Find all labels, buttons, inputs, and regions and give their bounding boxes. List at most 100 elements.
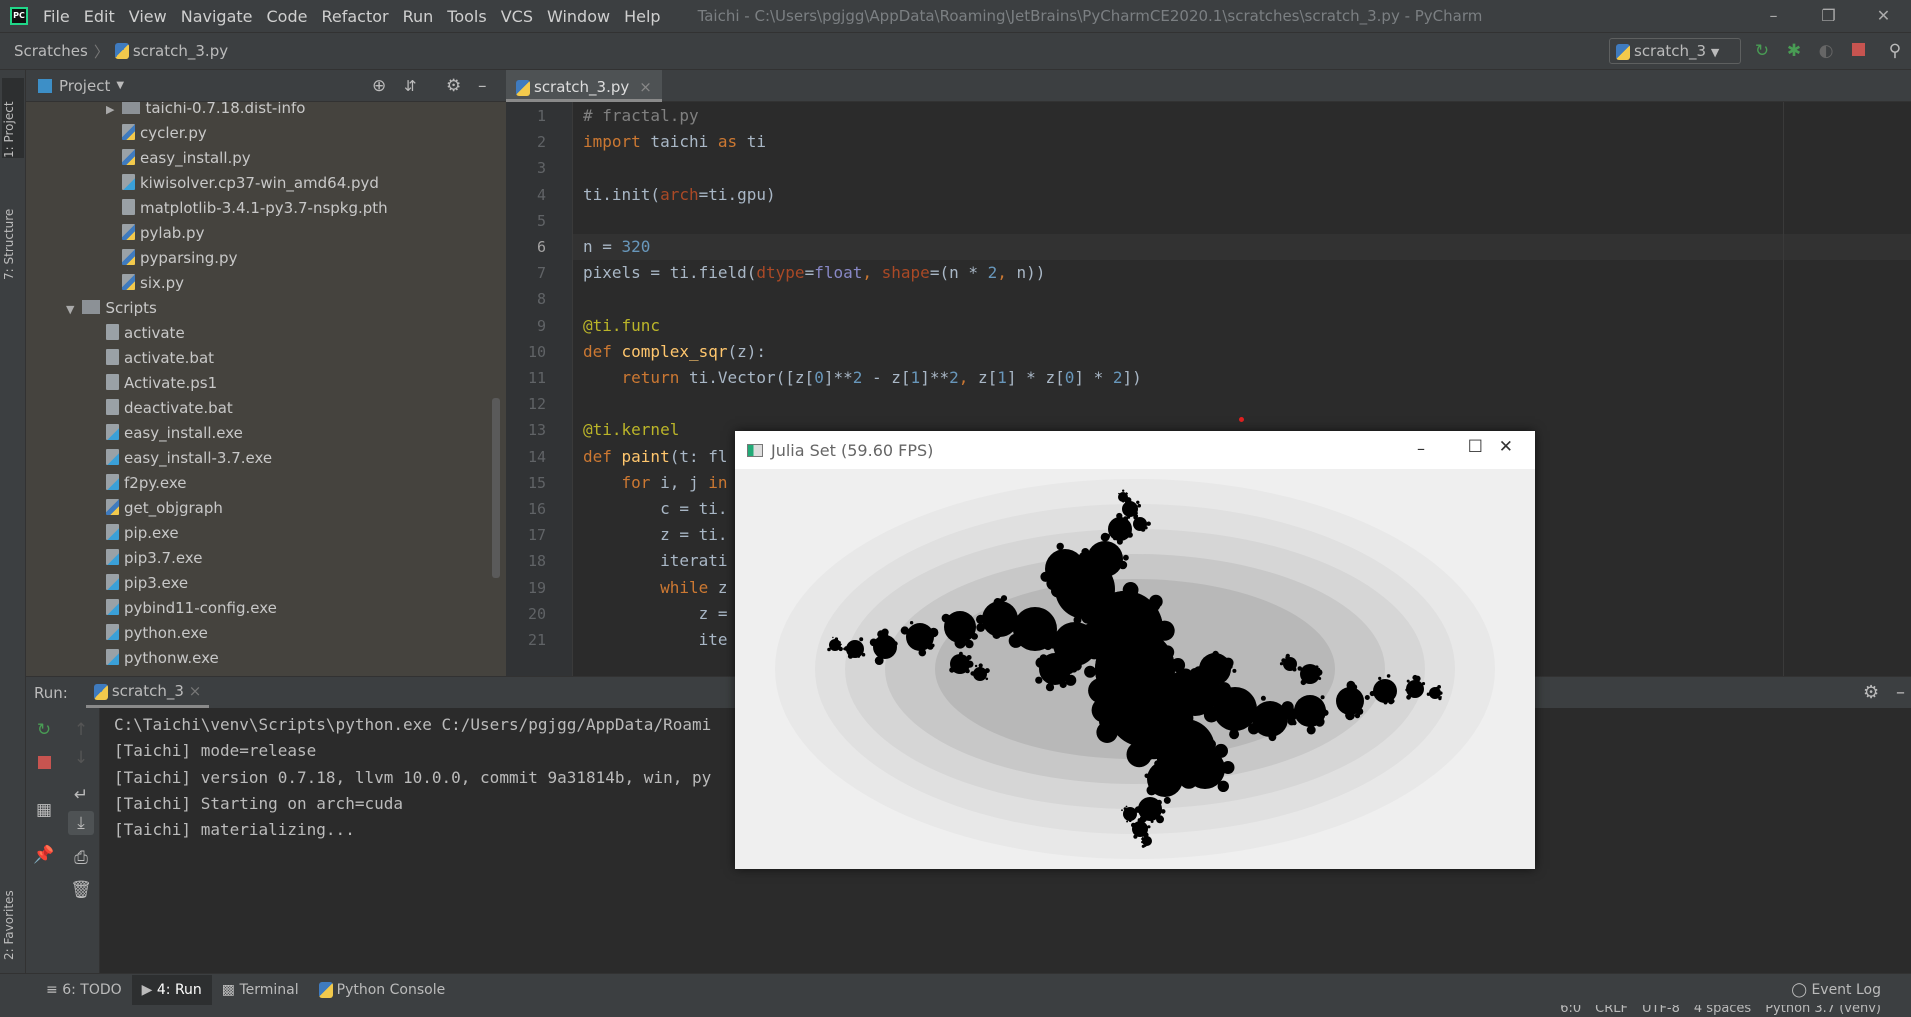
code-token: ,	[997, 263, 1017, 283]
fractal-blob	[1078, 561, 1090, 573]
rerun-icon[interactable]: ↻	[31, 718, 57, 742]
up-arrow-icon[interactable]: ↑	[68, 718, 94, 742]
hide-panel-icon[interactable]: –	[1896, 682, 1905, 703]
code-token: @ti.func	[583, 315, 661, 335]
event-log-button[interactable]: ◯ Event Log	[1781, 975, 1891, 1005]
maximize-button[interactable]: ❐	[1801, 0, 1856, 32]
tree-item[interactable]: pybind11-config.exe	[106, 596, 277, 621]
line-number: 14	[527, 447, 546, 466]
menu-edit[interactable]: Edit	[77, 7, 122, 26]
tool-tab-python-console[interactable]: Python Console	[309, 975, 456, 1005]
menu-run[interactable]: Run	[396, 7, 441, 26]
tree-item[interactable]: get_objgraph	[106, 496, 223, 521]
tree-item[interactable]: easy_install.exe	[106, 421, 243, 446]
menu-navigate[interactable]: Navigate	[174, 7, 260, 26]
trash-icon[interactable]: 🗑	[68, 878, 94, 902]
tree-item[interactable]: pip.exe	[106, 521, 179, 546]
tool-tab-favorites[interactable]: 2: Favorites	[2, 860, 16, 960]
tree-item[interactable]: activate.bat	[106, 346, 214, 371]
close-button[interactable]: ✕	[1499, 437, 1513, 457]
layout-icon[interactable]: ▦	[31, 798, 57, 822]
stop-icon[interactable]	[1847, 40, 1869, 62]
fractal-blob	[1438, 696, 1442, 701]
scroll-to-end-icon[interactable]: ⤓	[68, 811, 94, 835]
run-tab-scratch-3[interactable]: scratch_3 ×	[85, 677, 210, 708]
project-view-select[interactable]: Project	[59, 77, 110, 95]
close-tab-icon[interactable]: ×	[189, 682, 202, 700]
project-scrollbar[interactable]	[492, 398, 500, 578]
tree-item[interactable]: matplotlib-3.4.1-py3.7-nspkg.pth	[122, 196, 388, 221]
tree-item[interactable]: activate	[106, 321, 185, 346]
gear-icon[interactable]: ⚙	[446, 76, 461, 96]
coverage-icon[interactable]: ◐	[1815, 40, 1837, 62]
tree-item[interactable]: pip3.7.exe	[106, 546, 202, 571]
folder-icon	[122, 102, 141, 114]
fractal-blob	[1150, 601, 1161, 611]
menu-refactor[interactable]: Refactor	[314, 7, 395, 26]
interpreter-selector[interactable]: Python 3.7 (venv)	[1765, 1005, 1881, 1016]
hide-panel-icon[interactable]: –	[478, 76, 487, 96]
print-icon[interactable]: ⎙	[68, 846, 94, 870]
indent-setting[interactable]: 4 spaces	[1694, 1005, 1751, 1016]
tool-tab-structure[interactable]: 7: Structure	[2, 180, 16, 280]
tree-item[interactable]: six.py	[122, 271, 184, 296]
fractal-blob	[1077, 574, 1085, 582]
tree-item[interactable]: ▼ Scripts	[66, 296, 157, 321]
menu-vcs[interactable]: VCS	[494, 7, 540, 26]
menu-file[interactable]: File	[36, 7, 77, 26]
tool-tab-project[interactable]: 1: Project	[2, 78, 24, 158]
minimize-button[interactable]: –	[1417, 439, 1425, 458]
caret-position[interactable]: 6:0	[1560, 1005, 1581, 1016]
tree-item[interactable]: easy_install.py	[122, 146, 251, 171]
gear-icon[interactable]: ⚙	[1863, 682, 1879, 703]
pin-icon[interactable]: 📌	[31, 843, 57, 867]
down-arrow-icon[interactable]: ↓	[68, 746, 94, 770]
tool-tab-todo[interactable]: ≡ 6: TODO	[36, 975, 132, 1005]
minimize-button[interactable]: –	[1746, 0, 1801, 32]
close-button[interactable]: ✕	[1856, 0, 1911, 32]
breadcrumb-scratches[interactable]: Scratches	[14, 42, 88, 60]
tree-item[interactable]: pylab.py	[122, 221, 204, 246]
tree-item[interactable]: pyparsing.py	[122, 246, 237, 271]
menu-tools[interactable]: Tools	[440, 7, 493, 26]
tree-item[interactable]: easy_install-3.7.exe	[106, 446, 272, 471]
menu-view[interactable]: View	[122, 7, 174, 26]
maximize-button[interactable]: ☐	[1468, 437, 1483, 457]
stop-icon[interactable]	[31, 752, 57, 776]
close-tab-icon[interactable]: ×	[639, 78, 652, 96]
code-token: def	[583, 341, 622, 361]
julia-window-titlebar[interactable]: Julia Set (59.60 FPS) – ☐ ✕	[735, 431, 1535, 469]
collapse-all-icon[interactable]: ⇵	[404, 77, 417, 95]
fractal-blob	[1136, 500, 1140, 504]
line-number: 7	[536, 264, 546, 283]
menu-code[interactable]: Code	[260, 7, 315, 26]
tree-item[interactable]: f2py.exe	[106, 471, 186, 496]
debug-bug-icon[interactable]: ✱	[1783, 40, 1805, 62]
menu-help[interactable]: Help	[617, 7, 667, 26]
breadcrumb-file[interactable]: scratch_3.py	[133, 42, 228, 60]
tree-item[interactable]: cycler.py	[122, 121, 207, 146]
tree-item[interactable]: python.exe	[106, 621, 208, 646]
tool-tab-run[interactable]: ▶ 4: Run	[131, 974, 212, 1005]
line-separator[interactable]: CRLF	[1595, 1005, 1628, 1016]
tree-item[interactable]: pip3.exe	[106, 571, 188, 596]
menu-window[interactable]: Window	[540, 7, 617, 26]
search-icon[interactable]: ⚲	[1884, 40, 1906, 62]
tree-item[interactable]: Activate.ps1	[106, 371, 217, 396]
expand-down-icon[interactable]: ▼	[66, 303, 74, 316]
tree-item[interactable]: ▶ taichi-0.7.18.dist-info	[106, 102, 305, 121]
editor-tab-scratch-3[interactable]: scratch_3.py ×	[506, 70, 662, 102]
file-encoding[interactable]: UTF-8	[1642, 1005, 1680, 1016]
fractal-blob	[1388, 698, 1394, 705]
rerun-icon[interactable]: ↻	[1751, 40, 1773, 62]
project-icon	[38, 78, 52, 93]
locate-icon[interactable]: ⊕	[372, 76, 386, 96]
expand-right-icon[interactable]: ▶	[106, 103, 114, 116]
run-config-select[interactable]: scratch_3 ▼	[1609, 38, 1741, 64]
tool-tab-terminal[interactable]: ▩ Terminal	[212, 975, 309, 1005]
soft-wrap-icon[interactable]: ↵	[68, 783, 94, 807]
tree-item[interactable]: deactivate.bat	[106, 396, 233, 421]
tree-item-label: Scripts	[105, 299, 157, 317]
tree-item[interactable]: pythonw.exe	[106, 646, 219, 671]
tree-item[interactable]: kiwisolver.cp37-win_amd64.pyd	[122, 171, 379, 196]
